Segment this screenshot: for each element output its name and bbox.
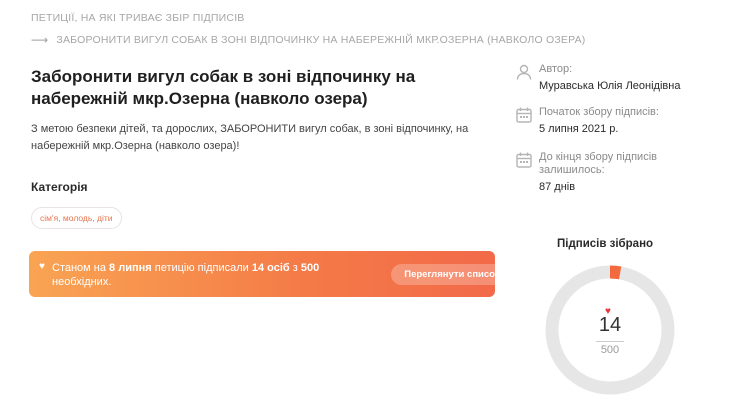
gauge-title: Підписів зібрано: [557, 238, 654, 250]
category-heading: Категорія: [31, 180, 88, 194]
signature-status-text: Станом на 8 липня петицію підписали 14 о…: [52, 262, 320, 288]
petition-title: Заборонити вигул собак в зоні відпочинку…: [31, 67, 416, 108]
petition-description: З метою безпеки дітей, та дорослих, ЗАБО…: [31, 123, 469, 152]
gauge-target: 500: [600, 344, 620, 356]
start-date-value: 5 липня 2021 р.: [539, 123, 619, 135]
status-count: 14 осіб: [251, 262, 290, 274]
calendar-icon: [516, 107, 532, 123]
calendar-icon: [516, 152, 532, 168]
heart-icon: ♥: [39, 261, 45, 272]
start-date-label: Початок збору підписів:: [539, 106, 659, 118]
user-icon: [516, 64, 532, 80]
status-date: 8 липня: [109, 262, 152, 274]
remaining-label: До кінця збору підписів залишилось:: [539, 151, 657, 176]
remaining-info: До кінця збору підписів залишилось: 87 д…: [515, 151, 689, 193]
author-label: Автор:: [539, 63, 573, 75]
breadcrumb-parent[interactable]: ПЕТИЦІЇ, НА ЯКІ ТРИВАЄ ЗБІР ПІДПИСІВ: [31, 12, 245, 24]
gauge-count: 14: [598, 314, 622, 336]
breadcrumb-current-label: ЗАБОРОНИТИ ВИГУЛ СОБАК В ЗОНІ ВІДПОЧИНКУ…: [56, 34, 586, 46]
status-target: 500: [300, 262, 320, 274]
arrow-right-icon: ⟶: [31, 33, 49, 47]
view-signers-button[interactable]: Переглянути список: [391, 264, 513, 285]
breadcrumb-current: ⟶ ЗАБОРОНИТИ ВИГУЛ СОБАК В ЗОНІ ВІДПОЧИН…: [31, 33, 586, 47]
gauge-divider: [596, 341, 624, 342]
category-tag[interactable]: сім'я, молодь, діти: [31, 207, 122, 229]
start-date-info: Початок збору підписів: 5 липня 2021 р.: [515, 106, 659, 135]
author-value: Муравська Юлія Леонідівна: [539, 80, 681, 92]
remaining-value: 87 днів: [539, 181, 576, 193]
signature-status-banner: ♥ Станом на 8 липня петицію підписали 14…: [29, 251, 513, 297]
author-info: Автор: Муравська Юлія Леонідівна: [515, 63, 680, 92]
